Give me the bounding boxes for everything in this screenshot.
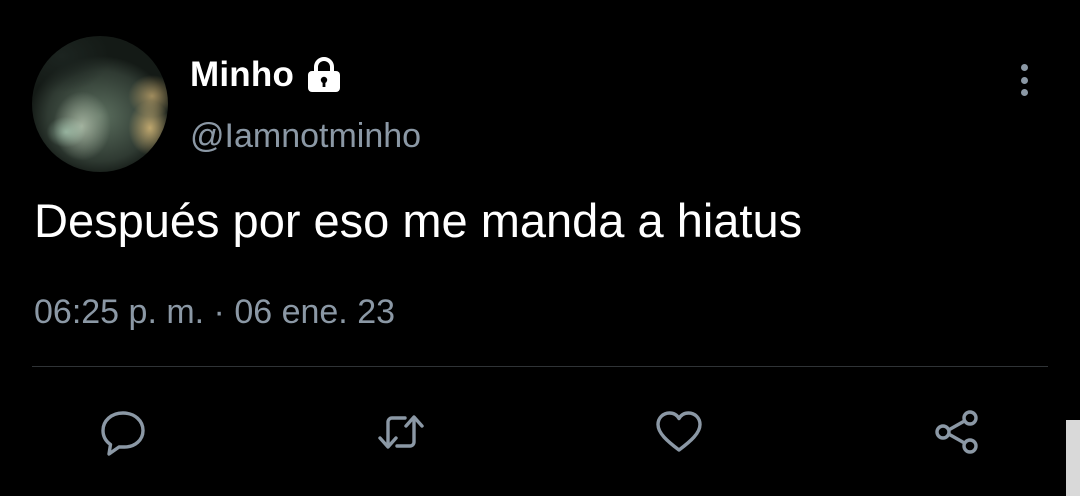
retweet-icon <box>378 415 424 449</box>
more-options-button[interactable] <box>1008 58 1040 102</box>
avatar[interactable] <box>32 36 168 172</box>
share-nodes-icon <box>935 410 978 454</box>
retweet-button[interactable] <box>373 404 429 460</box>
tweet-timestamp[interactable]: 06:25 p. m. · 06 ene. 23 <box>34 293 395 332</box>
heart-icon <box>656 411 702 452</box>
like-button[interactable] <box>651 404 707 460</box>
display-name[interactable]: Minho <box>190 55 294 95</box>
tweet-text: Después por eso me manda a hiatus <box>34 194 803 247</box>
reply-button[interactable] <box>95 404 151 460</box>
lock-icon <box>304 56 344 94</box>
tweet-detail: Minho @Iamnotminho Después por eso me ma… <box>0 0 1080 496</box>
speech-bubble-icon <box>101 411 145 456</box>
avatar-photo-shading <box>32 36 122 106</box>
vertical-dots-icon <box>1020 64 1028 71</box>
edge-scroll-handle <box>1066 420 1080 496</box>
share-button[interactable] <box>929 404 985 460</box>
divider <box>32 366 1048 367</box>
username[interactable]: @Iamnotminho <box>190 117 421 156</box>
vertical-dots-icon <box>1020 89 1028 96</box>
vertical-dots-icon <box>1020 76 1028 84</box>
author-name-row: Minho <box>190 54 344 96</box>
